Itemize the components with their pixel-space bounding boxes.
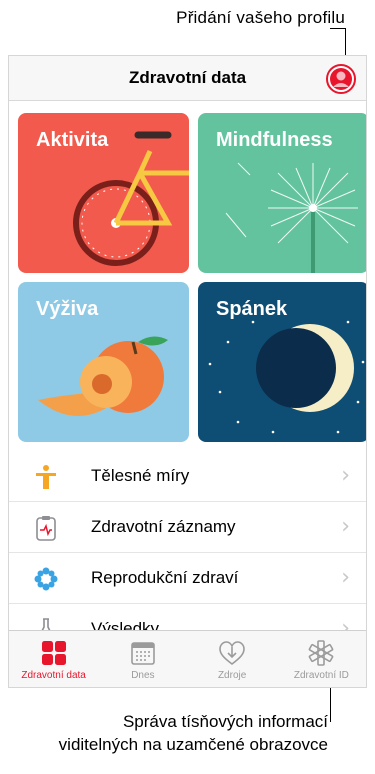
- nav-bar: Zdravotní data: [9, 56, 366, 101]
- category-list: Tělesné míry › Zdravotní záznamy › Repro…: [9, 451, 366, 655]
- list-item[interactable]: Zdravotní záznamy ›: [9, 502, 366, 553]
- person-icon: [330, 68, 352, 90]
- medical-id-callout: Správa tísňových informací viditelných n…: [0, 688, 375, 774]
- calendar-icon: [131, 642, 155, 665]
- tile-mindfulness[interactable]: Mindfulness: [198, 113, 366, 273]
- tile-activity-label: Aktivita: [36, 129, 109, 151]
- tab-today[interactable]: Dnes: [98, 631, 187, 687]
- phone-screen: Zdravotní data Aktivita Mindfulness Výži…: [8, 55, 367, 688]
- tile-mindfulness-label: Mindfulness: [216, 129, 333, 151]
- medical-id-callout-text: Správa tísňových informací viditelných n…: [58, 712, 328, 754]
- page-title: Zdravotní data: [128, 68, 247, 87]
- tab-sources[interactable]: Zdroje: [188, 631, 277, 687]
- health-records-icon: [36, 516, 56, 541]
- callout-line: [330, 688, 331, 722]
- grid-icon: [41, 641, 66, 665]
- tile-nutrition[interactable]: Výživa: [18, 282, 189, 442]
- heart-download-icon: [219, 641, 245, 666]
- reproductive-health-icon: [34, 567, 58, 591]
- tile-sleep-label: Spánek: [216, 298, 288, 320]
- category-tiles: Aktivita Mindfulness Výživa Spánek: [9, 101, 366, 442]
- list-item-label: Reprodukční zdraví: [91, 568, 239, 587]
- tab-medical-id[interactable]: Zdravotní ID: [277, 631, 366, 687]
- tab-label: Zdroje: [217, 670, 247, 681]
- list-item-label: Tělesné míry: [91, 466, 190, 485]
- tab-label: Dnes: [131, 670, 155, 681]
- chevron-right-icon: ›: [341, 514, 350, 539]
- list-item[interactable]: Tělesné míry ›: [9, 451, 366, 502]
- profile-button[interactable]: [326, 64, 356, 94]
- tab-health-data[interactable]: Zdravotní data: [9, 631, 98, 687]
- callout-tick: [330, 28, 346, 29]
- tab-bar: Zdravotní data Dnes Zdroje Zdravotní ID: [9, 630, 366, 687]
- body-measurements-icon: [36, 465, 56, 489]
- list-item-label: Zdravotní záznamy: [91, 517, 236, 536]
- tile-activity[interactable]: Aktivita: [18, 113, 189, 273]
- chevron-right-icon: ›: [341, 565, 350, 590]
- profile-callout-text: Přidání vašeho profilu: [176, 8, 345, 27]
- medical-star-icon: [309, 640, 334, 666]
- tile-nutrition-label: Výživa: [36, 298, 99, 320]
- list-item[interactable]: Reprodukční zdraví ›: [9, 553, 366, 604]
- tab-label: Zdravotní ID: [293, 670, 349, 681]
- tile-sleep[interactable]: Spánek: [198, 282, 366, 442]
- tab-label: Zdravotní data: [21, 670, 86, 681]
- chevron-right-icon: ›: [341, 463, 350, 488]
